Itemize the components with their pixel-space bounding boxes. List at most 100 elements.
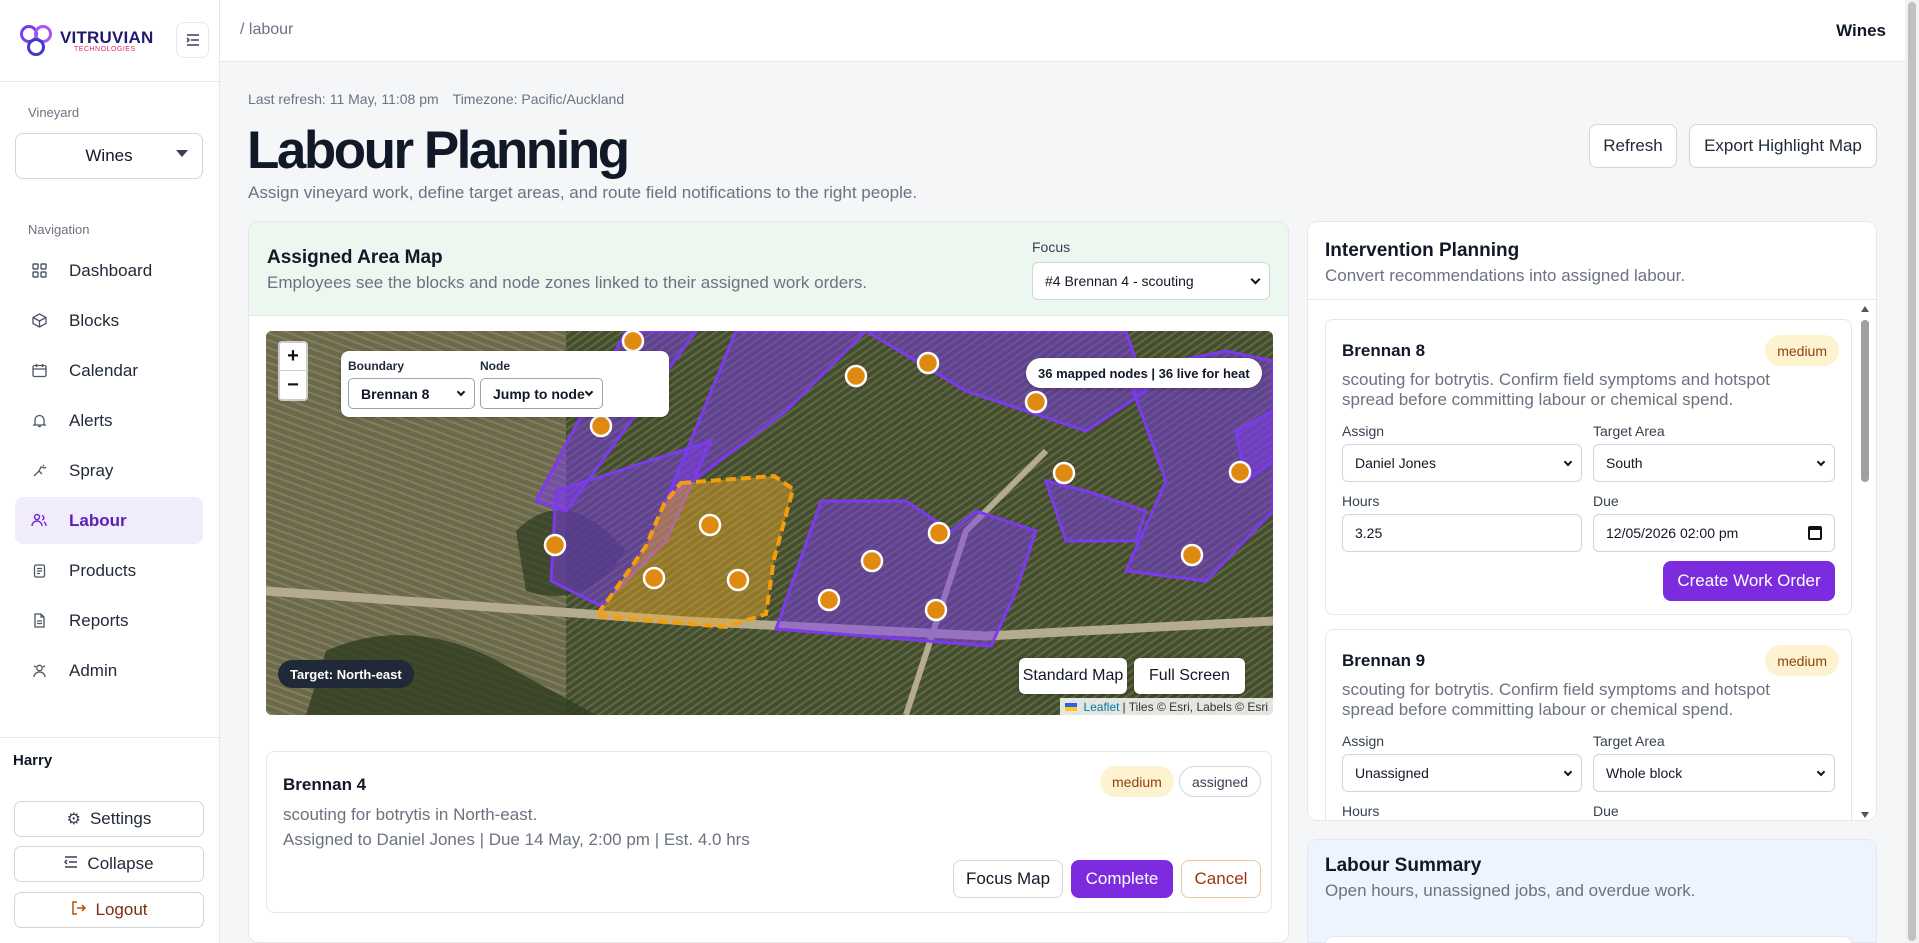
topbar-vineyard: Wines: [1836, 21, 1886, 40]
cancel-button[interactable]: Cancel: [1181, 860, 1261, 898]
map-node[interactable]: [1024, 390, 1048, 414]
standard-map-button[interactable]: Standard Map: [1019, 658, 1127, 694]
assign-select[interactable]: Unassigned: [1342, 754, 1582, 792]
node-label: Node: [480, 359, 510, 373]
sidebar-item-admin[interactable]: Admin: [15, 647, 203, 694]
refresh-button[interactable]: Refresh: [1589, 124, 1677, 168]
assign-select-value: Unassigned: [1355, 765, 1429, 781]
sidebar-item-label: Calendar: [69, 360, 138, 380]
scroll-down-icon[interactable]: [1861, 812, 1869, 818]
logout-button[interactable]: Logout: [14, 892, 204, 928]
vineyard-block[interactable]: [773, 499, 1038, 648]
map-node[interactable]: [726, 568, 750, 592]
recommendation-description: scouting for botrytis. Confirm field sym…: [1342, 680, 1771, 719]
sidebar-toggle-icon[interactable]: [176, 22, 209, 58]
focus-label: Focus: [1032, 239, 1071, 255]
map-node[interactable]: [589, 414, 613, 438]
boundary-select[interactable]: Brennan 8: [348, 378, 475, 409]
map-node[interactable]: [1228, 460, 1252, 484]
chevron-down-icon: [1816, 457, 1826, 467]
node-select[interactable]: Jump to node: [480, 378, 603, 409]
list-scrollbar[interactable]: [1860, 306, 1870, 818]
due-label: Due: [1593, 803, 1619, 819]
sidebar-item-dashboard[interactable]: Dashboard: [15, 247, 203, 294]
recommendation-list[interactable]: Brennan 8 medium scouting for botrytis. …: [1308, 300, 1876, 820]
map-node[interactable]: [1180, 543, 1204, 567]
scroll-thumb[interactable]: [1861, 320, 1869, 482]
map-node[interactable]: [642, 566, 666, 590]
sidebar-item-label: Labour: [69, 510, 127, 530]
sidebar-footer: Harry ⚙ Settings Collapse Logout: [0, 737, 220, 943]
hours-label: Hours: [1342, 493, 1380, 509]
due-label: Due: [1593, 493, 1619, 509]
assign-label: Assign: [1342, 733, 1385, 749]
recommendation-card: Brennan 9 medium scouting for botrytis. …: [1325, 629, 1852, 820]
clipboard-icon: [29, 561, 49, 581]
user-name: Harry: [13, 752, 53, 769]
sidebar-item-products[interactable]: Products: [15, 547, 203, 594]
focus-select[interactable]: #4 Brennan 4 - scouting: [1032, 262, 1270, 300]
sidebar-item-spray[interactable]: Spray: [15, 447, 203, 494]
collapse-button[interactable]: Collapse: [14, 846, 204, 882]
map-node[interactable]: [860, 549, 884, 573]
sidebar-item-label: Alerts: [69, 410, 113, 430]
map-node[interactable]: [916, 351, 940, 375]
target-area-select[interactable]: Whole block: [1593, 754, 1835, 792]
map-node[interactable]: [1052, 461, 1076, 485]
calendar-icon[interactable]: [1808, 526, 1822, 540]
node-select-value: Jump to node: [493, 385, 585, 402]
recommendation-title: Brennan 9: [1342, 651, 1426, 670]
bell-icon: [29, 411, 49, 431]
sidebar-item-alerts[interactable]: Alerts: [15, 397, 203, 444]
map-node[interactable]: [844, 364, 868, 388]
scroll-up-icon[interactable]: [1861, 306, 1869, 312]
map-attribution: Leaflet | Tiles © Esri, Labels © Esri: [1060, 698, 1273, 715]
gear-icon: ⚙: [66, 811, 81, 828]
calendar-icon: [29, 361, 49, 381]
hours-input[interactable]: 3.25: [1342, 514, 1582, 552]
work-order-title: Brennan 4: [283, 775, 367, 794]
sidebar-item-calendar[interactable]: Calendar: [15, 347, 203, 394]
map-node[interactable]: [927, 521, 951, 545]
complete-button[interactable]: Complete: [1071, 860, 1173, 898]
hours-input-value: 3.25: [1355, 525, 1383, 541]
breadcrumb[interactable]: / labour: [240, 21, 293, 39]
sidebar-item-labour[interactable]: Labour: [15, 497, 203, 544]
due-date-input[interactable]: 12/05/2026 02:00 pm: [1593, 514, 1835, 552]
focus-map-button[interactable]: Focus Map: [953, 860, 1063, 898]
satellite-map[interactable]: + − Boundary Brennan 8 Node Jump to node…: [266, 331, 1273, 715]
settings-label: Settings: [89, 809, 152, 828]
work-order-card: Brennan 4 medium assigned scouting for b…: [266, 751, 1272, 913]
logo-row: VITRUVIAN TECHNOLOGIES: [0, 0, 219, 82]
collapse-icon: [64, 855, 78, 873]
priority-badge: medium: [1765, 645, 1839, 676]
map-node[interactable]: [698, 513, 722, 537]
summary-title: Labour Summary: [1325, 855, 1482, 876]
recommendation-description: scouting for botrytis. Confirm field sym…: [1342, 370, 1771, 409]
full-screen-button[interactable]: Full Screen: [1134, 658, 1245, 694]
collapse-label: Collapse: [87, 854, 154, 873]
assign-select[interactable]: Daniel Jones: [1342, 444, 1582, 482]
target-area-select[interactable]: South: [1593, 444, 1835, 482]
sidebar-item-reports[interactable]: Reports: [15, 597, 203, 644]
map-node[interactable]: [924, 598, 948, 622]
spray-icon: [29, 461, 49, 481]
sidebar-item-blocks[interactable]: Blocks: [15, 297, 203, 344]
refresh-meta: Last refresh: 11 May, 11:08 pm Timezone: …: [248, 91, 624, 107]
zoom-out-button[interactable]: −: [280, 371, 306, 399]
map-node[interactable]: [621, 331, 645, 353]
leaflet-link[interactable]: Leaflet: [1083, 700, 1119, 714]
vineyard-select[interactable]: Wines: [15, 133, 203, 179]
map-node[interactable]: [543, 533, 567, 557]
boundary-label: Boundary: [348, 359, 405, 373]
page-scrollbar[interactable]: [1905, 0, 1919, 943]
export-highlight-map-button[interactable]: Export Highlight Map: [1689, 124, 1877, 168]
logo-text: VITRUVIAN TECHNOLOGIES: [60, 27, 154, 53]
map-node[interactable]: [817, 588, 841, 612]
intervention-title: Intervention Planning: [1325, 240, 1520, 261]
flag-icon: [1065, 702, 1078, 711]
work-order-description: scouting for botrytis in North-east.: [283, 805, 538, 824]
zoom-in-button[interactable]: +: [280, 343, 306, 371]
create-work-order-button[interactable]: Create Work Order: [1663, 561, 1835, 601]
settings-button[interactable]: ⚙ Settings: [14, 801, 204, 837]
